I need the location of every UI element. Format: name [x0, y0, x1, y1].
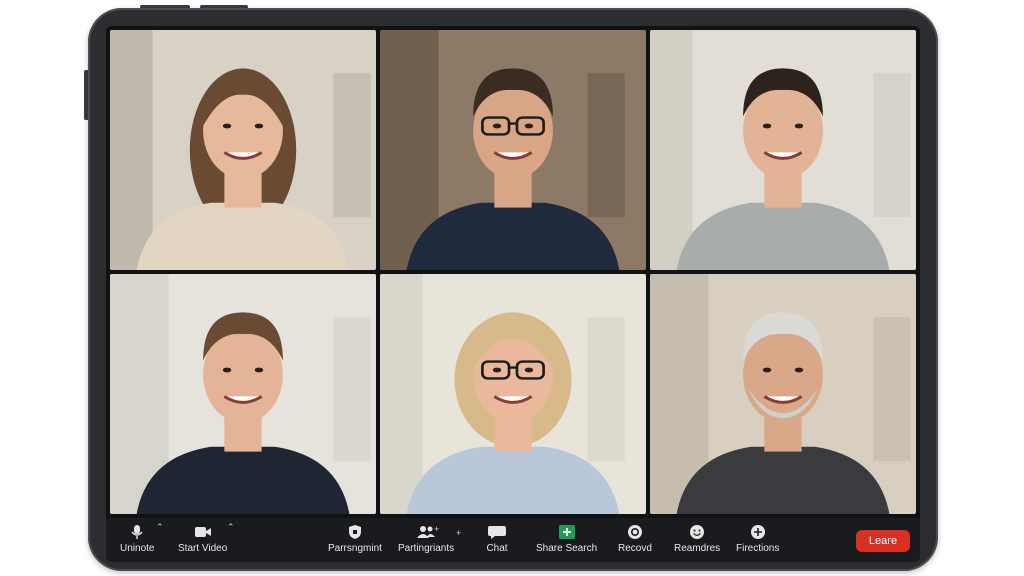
record-label: Recovd — [618, 543, 652, 554]
start-video-button[interactable]: Start Video — [178, 524, 227, 554]
participant-grid — [106, 26, 920, 518]
mute-label: Uninote — [120, 543, 155, 554]
participants-options-caret[interactable]: + — [456, 528, 461, 538]
participant-video-tile[interactable] — [380, 30, 646, 270]
participants-label: Partingriants — [398, 543, 455, 554]
participant-video-feed — [110, 274, 376, 514]
participant-video-tile[interactable] — [650, 274, 916, 514]
reactions-label: Reamdres — [674, 543, 721, 554]
mute-button[interactable]: Uninote — [120, 524, 154, 554]
share-screen-label: Share Search — [536, 543, 598, 554]
chat-button[interactable]: Chat — [486, 524, 508, 554]
device-stage: Uninote ⌃ Start Video ⌃ Parrsngmint Part… — [0, 0, 1024, 576]
share-screen-icon — [558, 525, 575, 539]
share-screen-button[interactable]: Share Search — [536, 524, 597, 554]
functions-label: Firections — [736, 543, 780, 554]
smiley-icon — [690, 525, 705, 539]
video-camera-icon — [194, 527, 211, 537]
apps-icon — [750, 525, 765, 539]
participant-video-feed — [650, 274, 916, 514]
microphone-icon — [131, 525, 143, 539]
record-button[interactable]: Recovd — [618, 524, 652, 554]
reactions-button[interactable]: Reamdres — [674, 524, 720, 554]
mute-options-caret[interactable]: ⌃ — [156, 522, 164, 533]
meeting-toolbar: Uninote ⌃ Start Video ⌃ Parrsngmint Part… — [106, 518, 920, 562]
functions-button[interactable]: Firections — [736, 524, 779, 554]
participant-video-tile[interactable] — [650, 30, 916, 270]
chat-bubble-icon — [488, 526, 506, 539]
shield-icon — [348, 525, 361, 539]
participant-video-feed — [380, 274, 646, 514]
participants-add-glyph[interactable]: + — [434, 524, 439, 534]
meeting-screen: Uninote ⌃ Start Video ⌃ Parrsngmint Part… — [106, 26, 920, 562]
record-icon — [627, 525, 642, 539]
start-video-label: Start Video — [178, 543, 228, 554]
security-label: Parrsngmint — [328, 543, 382, 554]
participant-video-feed — [650, 30, 916, 270]
security-button[interactable]: Parrsngmint — [328, 524, 382, 554]
video-options-caret[interactable]: ⌃ — [227, 522, 235, 533]
participant-video-tile[interactable] — [110, 274, 376, 514]
participants-button[interactable]: Partingriants — [398, 524, 454, 554]
participant-video-tile[interactable] — [380, 274, 646, 514]
chat-label: Chat — [486, 543, 508, 554]
leave-meeting-button[interactable]: Leare — [856, 530, 910, 552]
participant-video-tile[interactable] — [110, 30, 376, 270]
participant-video-feed — [110, 30, 376, 270]
participant-video-feed — [380, 30, 646, 270]
